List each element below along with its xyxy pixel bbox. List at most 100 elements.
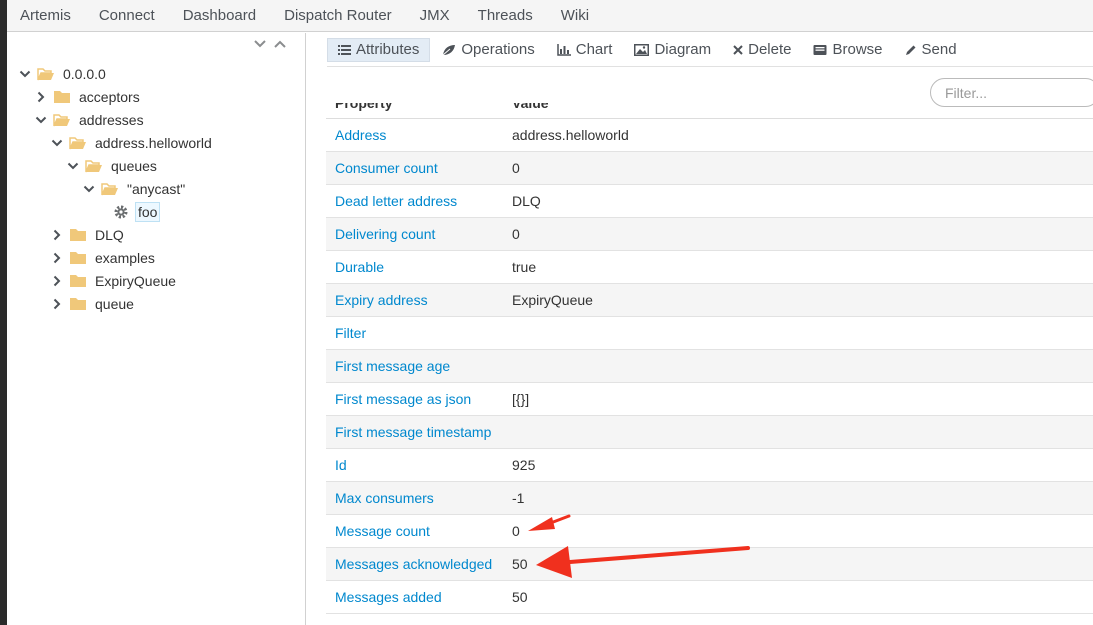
tree-node[interactable]: acceptors bbox=[33, 86, 142, 108]
nav-connect[interactable]: Connect bbox=[85, 0, 169, 32]
tab-diagram[interactable]: Diagram bbox=[624, 38, 721, 62]
table-header: Property Value bbox=[326, 103, 1093, 119]
tree-node[interactable]: examples bbox=[49, 247, 157, 269]
attribute-name-link[interactable]: First message as json bbox=[335, 391, 471, 407]
chevron-down-icon[interactable] bbox=[65, 158, 81, 174]
tab-chart[interactable]: Chart bbox=[547, 38, 623, 62]
attribute-name-link[interactable]: Consumer count bbox=[335, 160, 438, 176]
tree-node-label: addresses bbox=[79, 112, 144, 128]
inbox-icon bbox=[813, 44, 827, 55]
chevron-down-icon[interactable] bbox=[81, 181, 97, 197]
folder-open-icon bbox=[37, 66, 55, 82]
table-row: Id 925 bbox=[326, 449, 1093, 482]
table-row: Durable true bbox=[326, 251, 1093, 284]
collapse-all-icon[interactable] bbox=[273, 37, 287, 51]
tree-node-label: "anycast" bbox=[127, 181, 186, 197]
tree-controls bbox=[253, 37, 287, 51]
tree-node[interactable]: 0.0.0.0 bbox=[17, 63, 108, 85]
attribute-name-link[interactable]: Messages acknowledged bbox=[335, 556, 492, 572]
tab-attributes[interactable]: Attributes bbox=[327, 37, 431, 62]
chevron-right-icon[interactable] bbox=[49, 250, 65, 266]
attribute-name-link[interactable]: Id bbox=[335, 457, 347, 473]
window-edge bbox=[0, 0, 7, 625]
tab-browse-label: Browse bbox=[832, 41, 883, 58]
attribute-name-link[interactable]: Address bbox=[335, 127, 386, 143]
tree-node[interactable]: address.helloworld bbox=[49, 132, 214, 154]
tree-node-label: queue bbox=[95, 296, 134, 312]
attribute-name-link[interactable]: Messages added bbox=[335, 589, 442, 605]
table-row: First message age bbox=[326, 350, 1093, 383]
tab-send-label: Send bbox=[921, 41, 957, 58]
close-icon bbox=[733, 44, 743, 55]
folder-icon bbox=[69, 273, 87, 289]
expand-all-icon[interactable] bbox=[253, 37, 267, 51]
header-property[interactable]: Property bbox=[335, 103, 393, 111]
attribute-value: 50 bbox=[512, 589, 528, 605]
tab-browse[interactable]: Browse bbox=[803, 38, 892, 62]
attribute-name-link[interactable]: Message count bbox=[335, 523, 430, 539]
chevron-down-icon[interactable] bbox=[33, 112, 49, 128]
tree-node[interactable]: "anycast" bbox=[81, 178, 187, 200]
tree-node-label: acceptors bbox=[79, 89, 140, 105]
table-row: Address address.helloworld bbox=[326, 119, 1093, 152]
attribute-value: 0 bbox=[512, 160, 520, 176]
chevron-down-icon[interactable] bbox=[17, 66, 33, 82]
table-row: First message as json [{}] bbox=[326, 383, 1093, 416]
folder-icon bbox=[53, 89, 71, 105]
attribute-name-link[interactable]: Delivering count bbox=[335, 226, 435, 242]
attribute-value: -1 bbox=[512, 490, 525, 506]
attribute-value: true bbox=[512, 259, 537, 275]
folder-open-icon bbox=[85, 158, 103, 174]
tab-operations[interactable]: Operations bbox=[432, 38, 544, 62]
header-value[interactable]: Value bbox=[512, 103, 549, 111]
tree-node-label: address.helloworld bbox=[95, 135, 212, 151]
table-row: Message count 0 bbox=[326, 515, 1093, 548]
folder-open-icon bbox=[69, 135, 87, 151]
attribute-value: 0 bbox=[512, 226, 520, 242]
tree-node-label: DLQ bbox=[95, 227, 124, 243]
attribute-name-link[interactable]: First message age bbox=[335, 358, 450, 374]
nav-threads[interactable]: Threads bbox=[464, 0, 547, 32]
chevron-right-icon[interactable] bbox=[49, 227, 65, 243]
tree-node[interactable]: queue bbox=[49, 293, 136, 315]
table-row: Max consumers -1 bbox=[326, 482, 1093, 515]
table-row: Dead letter address DLQ bbox=[326, 185, 1093, 218]
tree-node[interactable]: foo bbox=[113, 201, 161, 223]
attribute-value: 0 bbox=[512, 523, 520, 539]
tree-node[interactable]: DLQ bbox=[49, 224, 126, 246]
chevron-down-icon[interactable] bbox=[49, 135, 65, 151]
nav-artemis[interactable]: Artemis bbox=[7, 0, 85, 32]
attribute-name-link[interactable]: Max consumers bbox=[335, 490, 434, 506]
folder-icon bbox=[69, 296, 87, 312]
attribute-name-link[interactable]: Expiry address bbox=[335, 292, 428, 308]
picture-icon bbox=[634, 43, 650, 56]
tab-diagram-label: Diagram bbox=[654, 41, 712, 58]
attribute-value: ExpiryQueue bbox=[512, 292, 593, 308]
attribute-name-link[interactable]: Dead letter address bbox=[335, 193, 457, 209]
attribute-name-link[interactable]: Filter bbox=[335, 325, 366, 341]
table-row: Consumer count 0 bbox=[326, 152, 1093, 185]
nav-dashboard[interactable]: Dashboard bbox=[169, 0, 270, 32]
folder-icon bbox=[69, 227, 87, 243]
tree-node[interactable]: queues bbox=[65, 155, 159, 177]
folder-open-icon bbox=[53, 112, 71, 128]
tree-node[interactable]: addresses bbox=[33, 109, 146, 131]
chevron-right-icon[interactable] bbox=[49, 296, 65, 312]
chevron-right-icon[interactable] bbox=[49, 273, 65, 289]
nav-jmx[interactable]: JMX bbox=[406, 0, 464, 32]
tree-node-label: queues bbox=[111, 158, 157, 174]
table-row: Messages added 50 bbox=[326, 581, 1093, 614]
tree-node[interactable]: ExpiryQueue bbox=[49, 270, 178, 292]
attribute-value: DLQ bbox=[512, 193, 541, 209]
nav-wiki[interactable]: Wiki bbox=[547, 0, 603, 32]
attribute-name-link[interactable]: Durable bbox=[335, 259, 384, 275]
attribute-value: 925 bbox=[512, 457, 536, 473]
tab-delete[interactable]: Delete bbox=[723, 38, 801, 62]
tab-delete-label: Delete bbox=[748, 41, 792, 58]
tab-send[interactable]: Send bbox=[895, 38, 967, 62]
gear-icon bbox=[113, 204, 129, 220]
chevron-right-icon[interactable] bbox=[33, 89, 49, 105]
tree-node-label: ExpiryQueue bbox=[95, 273, 176, 289]
attribute-name-link[interactable]: First message timestamp bbox=[335, 424, 491, 440]
nav-dispatch-router[interactable]: Dispatch Router bbox=[270, 0, 406, 32]
